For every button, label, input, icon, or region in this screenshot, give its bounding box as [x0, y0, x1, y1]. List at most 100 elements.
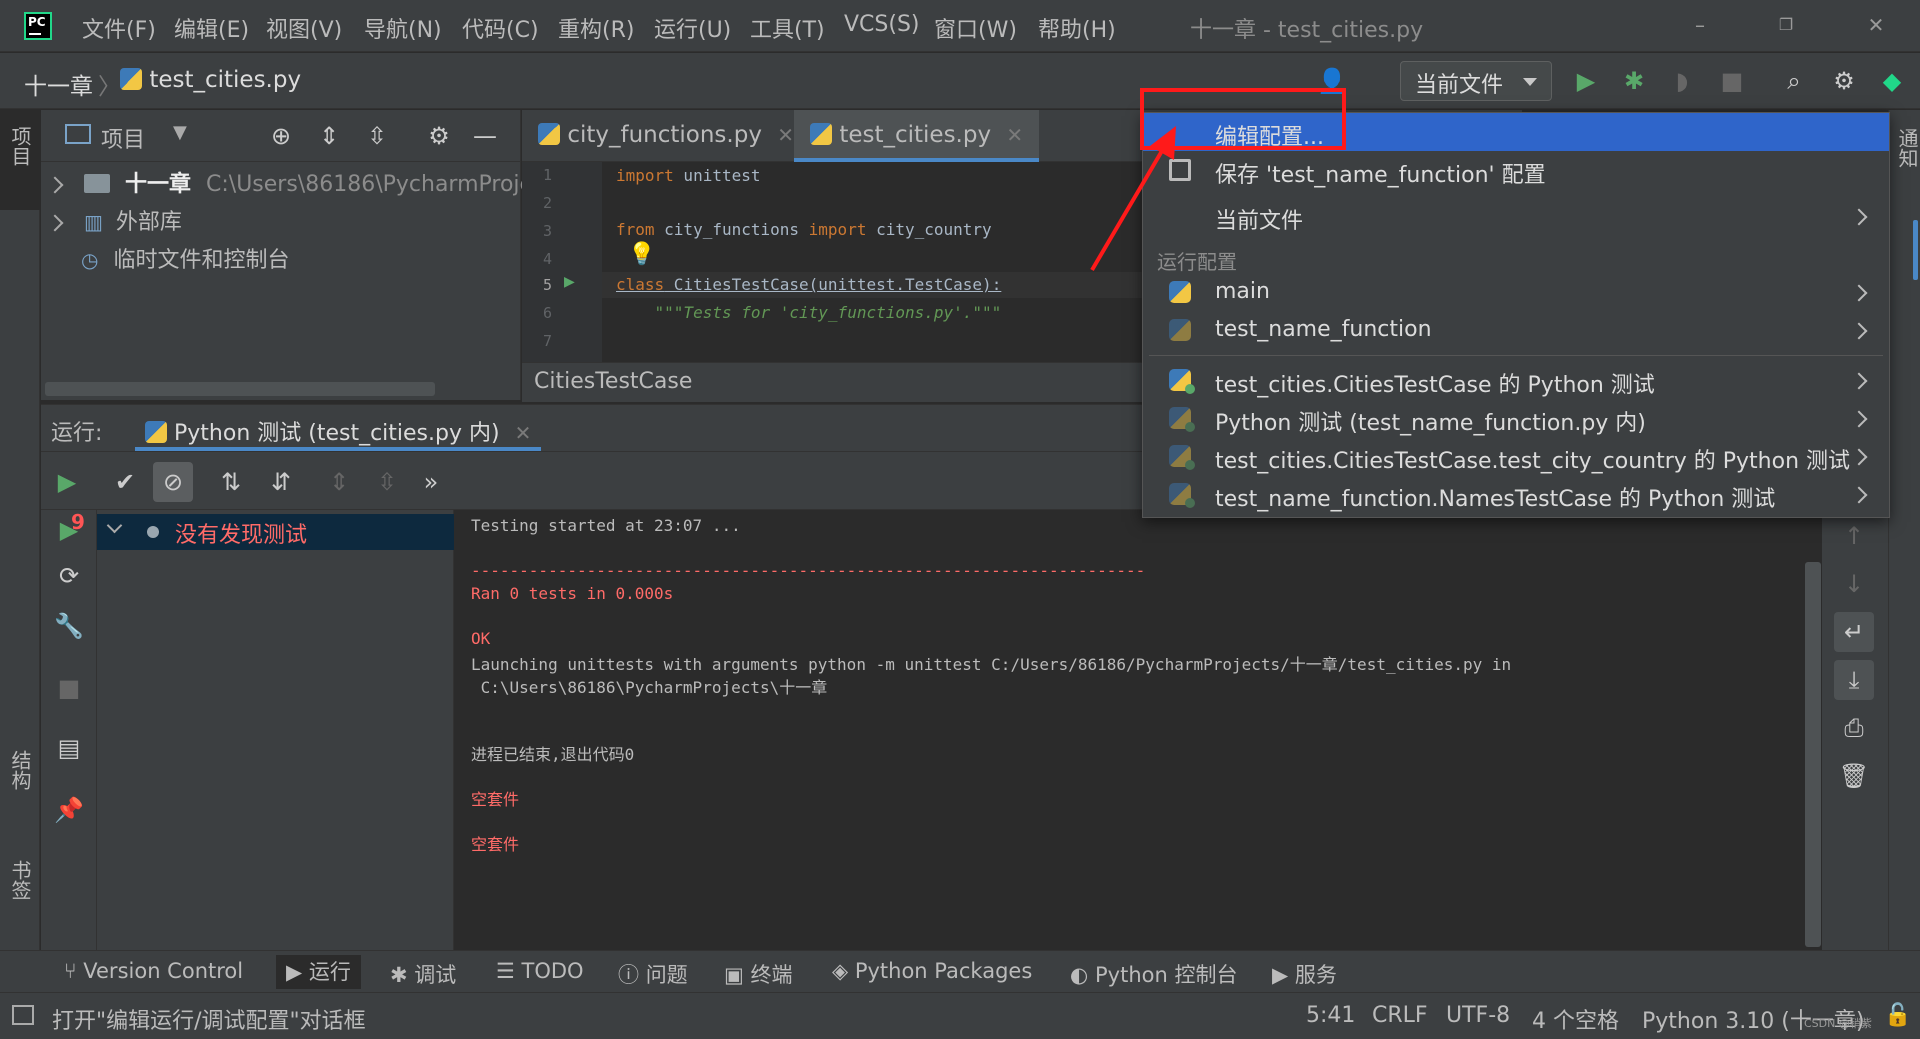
show-ignored-icon[interactable]: ⊘: [153, 462, 193, 502]
arrow-up-icon[interactable]: ↑: [1838, 520, 1870, 552]
menu-item-config-names-test[interactable]: test_name_function.NamesTestCase 的 Pytho…: [1143, 475, 1889, 513]
stop-icon[interactable]: ■: [53, 672, 85, 704]
menu-item-save-configuration[interactable]: 保存 'test_name_function' 配置: [1143, 151, 1889, 189]
trash-icon[interactable]: 🗑: [1838, 760, 1870, 792]
tool-version-control[interactable]: ⑂ Version Control: [64, 959, 243, 983]
close-icon[interactable]: ✕: [515, 421, 532, 445]
sort-alpha-icon[interactable]: ⇅: [215, 466, 247, 498]
arrow-down-icon[interactable]: ↓: [1838, 568, 1870, 600]
menu-window[interactable]: 窗口(W): [934, 12, 1017, 44]
line-separator[interactable]: CRLF: [1372, 1003, 1428, 1028]
menu-item-config-main[interactable]: main: [1143, 273, 1889, 311]
menu-navigate[interactable]: 导航(N): [364, 12, 442, 44]
indent-setting[interactable]: 4 个空格: [1532, 1003, 1619, 1035]
debug-icon[interactable]: ✱: [1618, 65, 1650, 97]
code-editor[interactable]: import unittest from city_functions impo…: [602, 162, 1142, 362]
toggle-auto-test-icon[interactable]: ⟳: [53, 560, 85, 592]
menu-run[interactable]: 运行(U): [654, 12, 731, 44]
caret-position[interactable]: 5:41: [1306, 1003, 1355, 1028]
horizontal-scrollbar[interactable]: [45, 382, 435, 396]
toggle-tool-windows-icon[interactable]: [12, 1005, 34, 1025]
chevron-right-icon[interactable]: [46, 214, 64, 232]
tool-services[interactable]: ▶ 服务: [1272, 959, 1337, 989]
lock-icon[interactable]: 🔓: [1884, 1003, 1911, 1028]
scroll-to-end-icon[interactable]: ⤓: [1834, 660, 1874, 700]
lightbulb-icon[interactable]: 💡: [628, 242, 655, 267]
menu-item-config-cities-test[interactable]: test_cities.CitiesTestCase 的 Python 测试: [1143, 361, 1889, 399]
run-config-select[interactable]: 当前文件: [1400, 61, 1552, 101]
rerun-icon[interactable]: ▶: [51, 466, 83, 498]
locate-icon[interactable]: ⊕: [265, 120, 297, 152]
menu-code[interactable]: 代码(C): [462, 12, 539, 44]
tool-python-packages[interactable]: ◈ Python Packages: [832, 959, 1032, 983]
menu-vcs[interactable]: VCS(S): [844, 12, 920, 37]
breadcrumb-file[interactable]: test_cities.py: [120, 67, 301, 93]
menu-item-config-test-name-function[interactable]: test_name_function: [1143, 311, 1889, 349]
console-output[interactable]: Testing started at 23:07 ... ------------…: [455, 510, 1821, 950]
tool-debug[interactable]: ✱ 调试: [390, 959, 456, 989]
hide-icon[interactable]: —: [469, 120, 501, 152]
structure-tab[interactable]: 结构: [6, 750, 35, 790]
editor-scroll-indicator[interactable]: [1913, 220, 1918, 280]
menu-item-current-file[interactable]: 当前文件: [1143, 197, 1889, 235]
minimize-icon[interactable]: –: [1680, 10, 1720, 40]
project-tool-tab[interactable]: 项目: [0, 110, 40, 210]
tool-problems[interactable]: ⓘ 问题: [618, 959, 688, 989]
tool-terminal[interactable]: ▣ 终端: [724, 959, 793, 989]
wrench-icon[interactable]: 🔧: [53, 610, 85, 642]
breadcrumb-project[interactable]: 十一章: [24, 67, 93, 101]
tab-test-cities[interactable]: test_cities.py ✕: [794, 110, 1040, 162]
stop-icon[interactable]: ■: [1716, 65, 1748, 97]
tool-run[interactable]: ▶ 运行: [276, 955, 361, 989]
menu-refactor[interactable]: 重构(R): [558, 12, 634, 44]
expand-all-icon[interactable]: ⇕: [323, 466, 355, 498]
test-tree-row[interactable]: 没有发现测试: [97, 514, 454, 550]
project-view-title[interactable]: 项目: [101, 122, 145, 154]
close-icon[interactable]: ✕: [1856, 10, 1896, 40]
close-icon[interactable]: ✕: [1006, 123, 1023, 147]
tab-city-functions[interactable]: city_functions.py ✕: [522, 110, 810, 162]
chevron-down-icon[interactable]: ▼: [173, 122, 187, 143]
notifications-tab[interactable]: 通知: [1893, 128, 1920, 168]
menu-item-config-city-country-test[interactable]: test_cities.CitiesTestCase.test_city_cou…: [1143, 437, 1889, 475]
bookmarks-tab[interactable]: 书签: [6, 860, 35, 900]
menu-edit[interactable]: 编辑(E): [174, 12, 249, 44]
tree-item-project-root[interactable]: 十一章 C:\Users\86186\PycharmProjec: [46, 166, 545, 204]
jetbrains-logo-icon[interactable]: ◆: [1876, 65, 1908, 97]
close-icon[interactable]: ✕: [777, 123, 794, 147]
tree-item-external-libraries[interactable]: ▥ 外部库: [46, 204, 182, 242]
vertical-scrollbar[interactable]: [1805, 562, 1821, 947]
print-icon[interactable]: ⎙: [1838, 712, 1870, 744]
restore-icon[interactable]: ❐: [1766, 10, 1806, 40]
gear-icon[interactable]: ⚙: [1828, 65, 1860, 97]
soft-wrap-icon[interactable]: ↵: [1834, 612, 1874, 652]
menu-help[interactable]: 帮助(H): [1038, 12, 1116, 44]
menu-item-config-name-function-test[interactable]: Python 测试 (test_name_function.py 内): [1143, 399, 1889, 437]
search-icon[interactable]: ⌕: [1778, 65, 1810, 97]
chevron-down-icon[interactable]: [106, 517, 123, 534]
run-icon[interactable]: ▶: [1570, 65, 1602, 97]
collapse-all-icon[interactable]: ⇳: [361, 120, 393, 152]
sort-duration-icon[interactable]: ⇵: [265, 466, 297, 498]
collapse-all-icon[interactable]: ⇳: [371, 466, 403, 498]
gear-icon[interactable]: ⚙: [423, 120, 455, 152]
menu-file[interactable]: 文件(F): [82, 12, 156, 44]
file-encoding[interactable]: UTF-8: [1446, 1003, 1510, 1028]
project-tab-label: 项目: [8, 126, 32, 166]
tree-item-scratches[interactable]: ◷ 临时文件和控制台: [81, 242, 289, 280]
expand-all-icon[interactable]: ⇕: [313, 120, 345, 152]
run-gutter-icon[interactable]: ▶: [564, 274, 575, 290]
run-tab[interactable]: Python 测试 (test_cities.py 内) ✕: [135, 405, 542, 451]
menu-view[interactable]: 视图(V): [266, 12, 342, 44]
pin-icon[interactable]: 📌: [53, 794, 85, 826]
coverage-icon[interactable]: ◗: [1666, 65, 1698, 97]
more-icon[interactable]: »: [415, 466, 447, 498]
menu-tools[interactable]: 工具(T): [750, 12, 825, 44]
tool-todo[interactable]: ☰ TODO: [496, 959, 584, 983]
layout-icon[interactable]: ▤: [53, 732, 85, 764]
breadcrumb-class[interactable]: CitiesTestCase: [534, 369, 692, 394]
tool-python-console[interactable]: ◐ Python 控制台: [1070, 959, 1237, 989]
project-view-icon: [65, 124, 91, 144]
show-passed-icon[interactable]: ✔: [109, 466, 141, 498]
chevron-right-icon[interactable]: [46, 176, 64, 194]
